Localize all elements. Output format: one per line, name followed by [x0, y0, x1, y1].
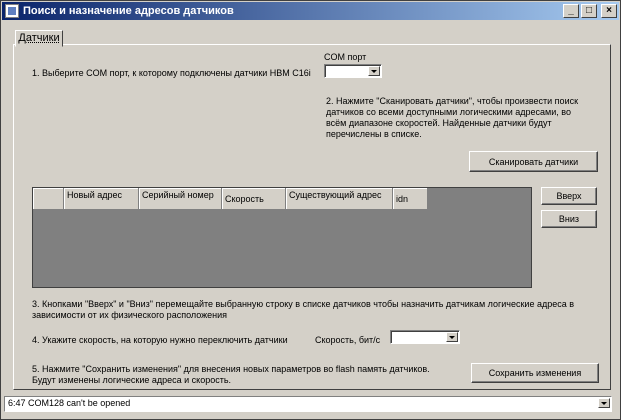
step1-text: 1. Выберите COM порт, к которому подключ…	[32, 68, 311, 78]
minimize-button[interactable]: _	[563, 4, 579, 18]
speed-select[interactable]	[390, 330, 460, 344]
window-title: Поиск и назначение адресов датчиков	[23, 5, 234, 17]
col-speed[interactable]: Скорость	[222, 188, 286, 210]
title-bar[interactable]: Поиск и назначение адресов датчиков _ □ …	[2, 2, 619, 20]
tab-label: Датчики	[18, 32, 60, 44]
col-new-address[interactable]: Новый адрес	[64, 188, 139, 210]
status-dropdown[interactable]	[597, 397, 611, 411]
save-button[interactable]: Сохранить изменения	[471, 363, 599, 383]
chevron-down-icon[interactable]	[598, 398, 610, 408]
app-icon	[5, 4, 19, 18]
down-button[interactable]: Вниз	[541, 210, 597, 228]
step5-text: 5. Нажмите "Сохранить изменения" для вне…	[32, 364, 430, 385]
chevron-down-icon[interactable]	[368, 66, 380, 76]
row-header-corner	[33, 188, 64, 210]
step4-text: 4. Укажите скорость, на которую нужно пе…	[32, 335, 288, 345]
step3-text: 3. Кнопками "Вверх" и "Вниз" перемещайте…	[32, 299, 575, 320]
up-button[interactable]: Вверх	[541, 187, 597, 205]
col-serial-number[interactable]: Серийный номер	[139, 188, 222, 210]
com-port-select[interactable]	[324, 64, 382, 78]
col-idn[interactable]: idn	[393, 188, 428, 210]
window-controls: _ □ ×	[563, 4, 617, 18]
col-existing-address[interactable]: Существующий адрес	[286, 188, 393, 210]
status-log-combo[interactable]: 6:47 COM128 can't be opened	[4, 396, 612, 412]
status-text: 6:47 COM128 can't be opened	[8, 398, 131, 408]
chevron-down-icon[interactable]	[446, 332, 458, 342]
sensors-table[interactable]: Новый адрес Серийный номер Скорость Суще…	[32, 187, 532, 288]
close-button[interactable]: ×	[601, 4, 617, 18]
step2-text: 2. Нажмите "Сканировать датчики", чтобы …	[326, 96, 579, 139]
com-port-label: COM порт	[324, 52, 367, 62]
tab-sensors[interactable]: Датчики	[15, 30, 63, 47]
maximize-button[interactable]: □	[581, 4, 597, 18]
main-window: Поиск и назначение адресов датчиков _ □ …	[0, 0, 621, 420]
table-header: Новый адрес Серийный номер Скорость Суще…	[33, 188, 428, 210]
speed-label: Скорость, бит/с	[315, 335, 381, 345]
scan-button[interactable]: Сканировать датчики	[469, 151, 598, 172]
